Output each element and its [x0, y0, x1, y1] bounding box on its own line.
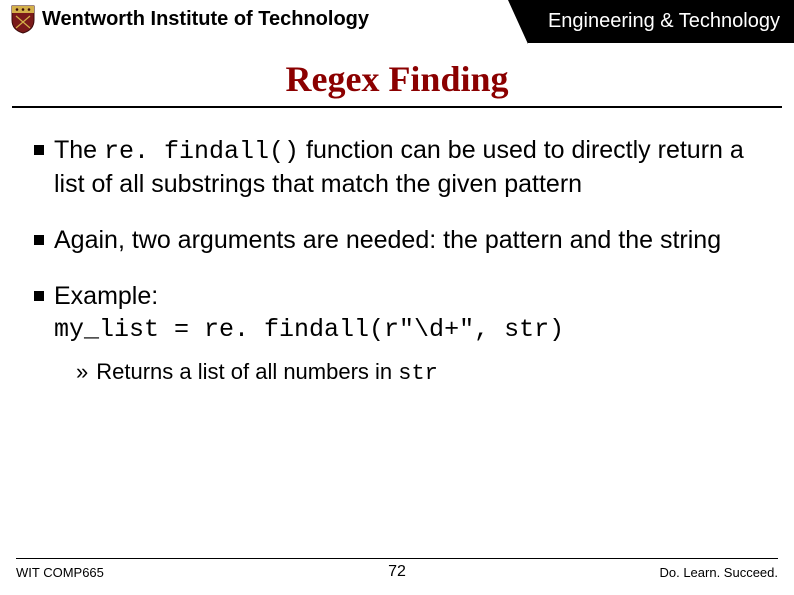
bullet-item: Example: my_list = re. findall(r"\d+", s… — [34, 280, 760, 389]
slide-header: Wentworth Institute of Technology Engine… — [0, 0, 794, 44]
slide-content: The re. findall() function can be used t… — [0, 108, 794, 389]
slide-title: Regex Finding — [0, 58, 794, 100]
shield-icon — [10, 4, 36, 34]
sub-bullet-text: Returns a list of all numbers in str — [96, 358, 438, 389]
bullet-item: Again, two arguments are needed: the pat… — [34, 224, 760, 256]
footer-course: WIT COMP665 — [16, 565, 388, 580]
footer-motto: Do. Learn. Succeed. — [406, 565, 778, 580]
square-bullet-icon — [34, 291, 44, 301]
institution-name: Wentworth Institute of Technology — [42, 8, 369, 31]
bullet-text: Example: my_list = re. findall(r"\d+", s… — [54, 280, 760, 389]
square-bullet-icon — [34, 145, 44, 155]
department-banner: Engineering & Technology — [528, 0, 794, 43]
department-name: Engineering & Technology — [548, 10, 780, 32]
code-fragment: str — [398, 361, 438, 386]
bullet-item: The re. findall() function can be used t… — [34, 134, 760, 200]
text-fragment: Returns a list of all numbers in — [96, 359, 398, 384]
header-left: Wentworth Institute of Technology — [0, 0, 369, 34]
bullet-text: Again, two arguments are needed: the pat… — [54, 224, 760, 256]
text-fragment: Example: — [54, 282, 158, 310]
bullet-text: The re. findall() function can be used t… — [54, 134, 760, 200]
footer-row: WIT COMP665 72 Do. Learn. Succeed. — [16, 563, 778, 581]
slide-footer: WIT COMP665 72 Do. Learn. Succeed. — [0, 558, 794, 581]
chevron-bullet-icon: » — [76, 358, 88, 389]
code-fragment: re. findall() — [104, 137, 299, 166]
square-bullet-icon — [34, 235, 44, 245]
sub-bullet-item: » Returns a list of all numbers in str — [76, 358, 760, 389]
code-fragment: my_list = re. findall(r"\d+", str) — [54, 315, 564, 344]
text-fragment: The — [54, 136, 104, 164]
footer-page-number: 72 — [388, 563, 406, 581]
footer-rule — [16, 558, 778, 559]
